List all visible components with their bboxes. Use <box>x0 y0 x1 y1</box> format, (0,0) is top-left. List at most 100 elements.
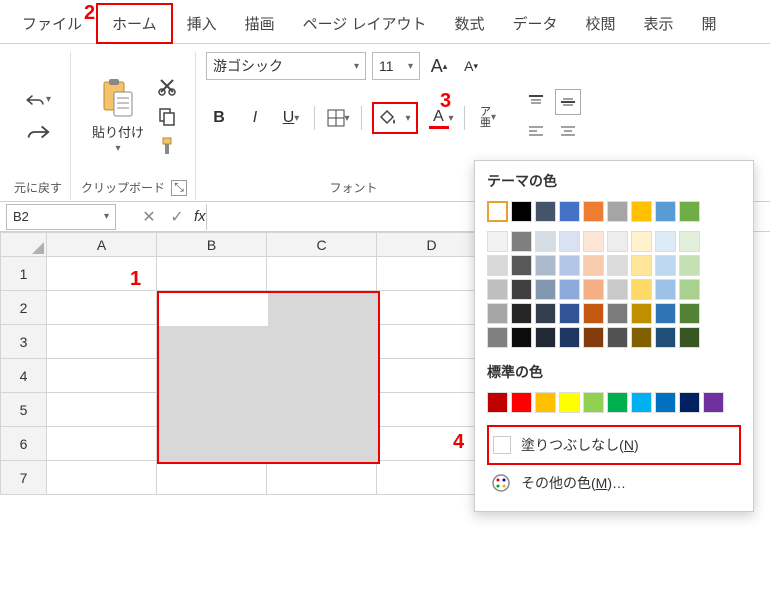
row-header-7[interactable]: 7 <box>1 461 47 495</box>
standard-swatch[interactable] <box>511 392 532 413</box>
more-colors-option[interactable]: その他の色(M)… <box>487 465 741 501</box>
theme-swatch[interactable] <box>511 279 532 300</box>
theme-swatch[interactable] <box>487 255 508 276</box>
theme-swatch[interactable] <box>583 327 604 348</box>
cell[interactable] <box>377 325 487 359</box>
theme-swatch[interactable] <box>535 279 556 300</box>
standard-swatch[interactable] <box>631 392 652 413</box>
theme-swatch[interactable] <box>607 255 628 276</box>
theme-swatch[interactable] <box>679 255 700 276</box>
paste-button[interactable]: 貼り付け ▾ <box>88 74 148 158</box>
fx-icon[interactable]: fx <box>194 208 206 225</box>
theme-swatch[interactable] <box>607 201 628 222</box>
theme-swatch[interactable] <box>511 231 532 252</box>
theme-swatch[interactable] <box>559 279 580 300</box>
theme-swatch[interactable] <box>655 255 676 276</box>
cell[interactable] <box>267 461 377 495</box>
theme-swatch[interactable] <box>535 201 556 222</box>
theme-swatch[interactable] <box>679 201 700 222</box>
standard-swatch[interactable] <box>679 392 700 413</box>
border-button[interactable]: ▾ <box>325 105 351 131</box>
theme-swatch[interactable] <box>679 279 700 300</box>
cell[interactable] <box>377 291 487 325</box>
tab-page-layout[interactable]: ページ レイアウト <box>289 5 441 42</box>
tab-dev[interactable]: 開 <box>688 5 731 42</box>
tab-view[interactable]: 表示 <box>630 5 688 42</box>
theme-swatch[interactable] <box>631 303 652 324</box>
row-header-1[interactable]: 1 <box>1 257 47 291</box>
theme-swatch[interactable] <box>511 303 532 324</box>
cut-button[interactable] <box>154 73 180 99</box>
standard-swatch[interactable] <box>487 392 508 413</box>
theme-swatch[interactable] <box>559 231 580 252</box>
tab-file[interactable]: ファイル <box>8 5 96 42</box>
cell[interactable] <box>47 427 157 461</box>
name-box[interactable]: B2▾ <box>6 204 116 230</box>
cell[interactable] <box>267 291 377 325</box>
theme-swatch[interactable] <box>583 201 604 222</box>
fill-color-dropdown[interactable]: ▾ <box>401 105 415 131</box>
theme-swatch[interactable] <box>535 303 556 324</box>
tab-draw[interactable]: 描画 <box>231 5 289 42</box>
theme-swatch[interactable] <box>631 231 652 252</box>
cell[interactable] <box>377 257 487 291</box>
format-painter-button[interactable] <box>154 133 180 159</box>
fill-color-button[interactable] <box>375 105 401 131</box>
italic-button[interactable]: I <box>242 105 268 131</box>
align-center-button[interactable] <box>555 119 581 145</box>
cell[interactable] <box>157 427 267 461</box>
standard-swatch[interactable] <box>559 392 580 413</box>
cell[interactable] <box>157 325 267 359</box>
theme-swatch[interactable] <box>559 201 580 222</box>
col-header-C[interactable]: C <box>267 233 377 257</box>
theme-swatch[interactable] <box>655 303 676 324</box>
theme-swatch[interactable] <box>607 303 628 324</box>
phonetic-button[interactable]: ア亜 ▾ <box>475 105 501 131</box>
theme-swatch[interactable] <box>655 201 676 222</box>
align-middle-button[interactable] <box>555 89 581 115</box>
font-name-select[interactable]: 游ゴシック▾ <box>206 52 366 80</box>
theme-swatch[interactable] <box>487 279 508 300</box>
standard-swatch[interactable] <box>583 392 604 413</box>
col-header-A[interactable]: A <box>47 233 157 257</box>
underline-button[interactable]: U ▾ <box>278 105 304 131</box>
theme-swatch[interactable] <box>607 327 628 348</box>
tab-formula[interactable]: 数式 <box>440 5 498 42</box>
cell[interactable] <box>267 325 377 359</box>
standard-swatch[interactable] <box>703 392 724 413</box>
tab-data[interactable]: データ <box>499 5 572 42</box>
theme-swatch[interactable] <box>655 279 676 300</box>
theme-swatch[interactable] <box>487 201 508 222</box>
copy-button[interactable] <box>154 103 180 129</box>
cell[interactable] <box>267 359 377 393</box>
theme-swatch[interactable] <box>487 327 508 348</box>
cell[interactable] <box>157 393 267 427</box>
cell[interactable] <box>267 393 377 427</box>
theme-swatch[interactable] <box>631 255 652 276</box>
enter-formula-button[interactable]: ✓ <box>166 207 188 227</box>
col-header-B[interactable]: B <box>157 233 267 257</box>
row-header-2[interactable]: 2 <box>1 291 47 325</box>
theme-swatch[interactable] <box>631 327 652 348</box>
theme-swatch[interactable] <box>487 303 508 324</box>
align-top-button[interactable] <box>523 89 549 115</box>
theme-swatch[interactable] <box>679 327 700 348</box>
tab-review[interactable]: 校閲 <box>572 5 630 42</box>
theme-swatch[interactable] <box>679 303 700 324</box>
theme-swatch[interactable] <box>655 231 676 252</box>
tab-insert[interactable]: 挿入 <box>173 5 231 42</box>
standard-swatch[interactable] <box>655 392 676 413</box>
theme-swatch[interactable] <box>655 327 676 348</box>
row-header-6[interactable]: 6 <box>1 427 47 461</box>
cell[interactable] <box>377 359 487 393</box>
row-header-5[interactable]: 5 <box>1 393 47 427</box>
select-all-corner[interactable] <box>1 233 47 257</box>
theme-swatch[interactable] <box>535 327 556 348</box>
theme-swatch[interactable] <box>679 231 700 252</box>
theme-swatch[interactable] <box>631 201 652 222</box>
theme-swatch[interactable] <box>487 231 508 252</box>
theme-swatch[interactable] <box>583 255 604 276</box>
standard-swatch[interactable] <box>535 392 556 413</box>
bold-button[interactable]: B <box>206 105 232 131</box>
cell[interactable] <box>377 461 487 495</box>
